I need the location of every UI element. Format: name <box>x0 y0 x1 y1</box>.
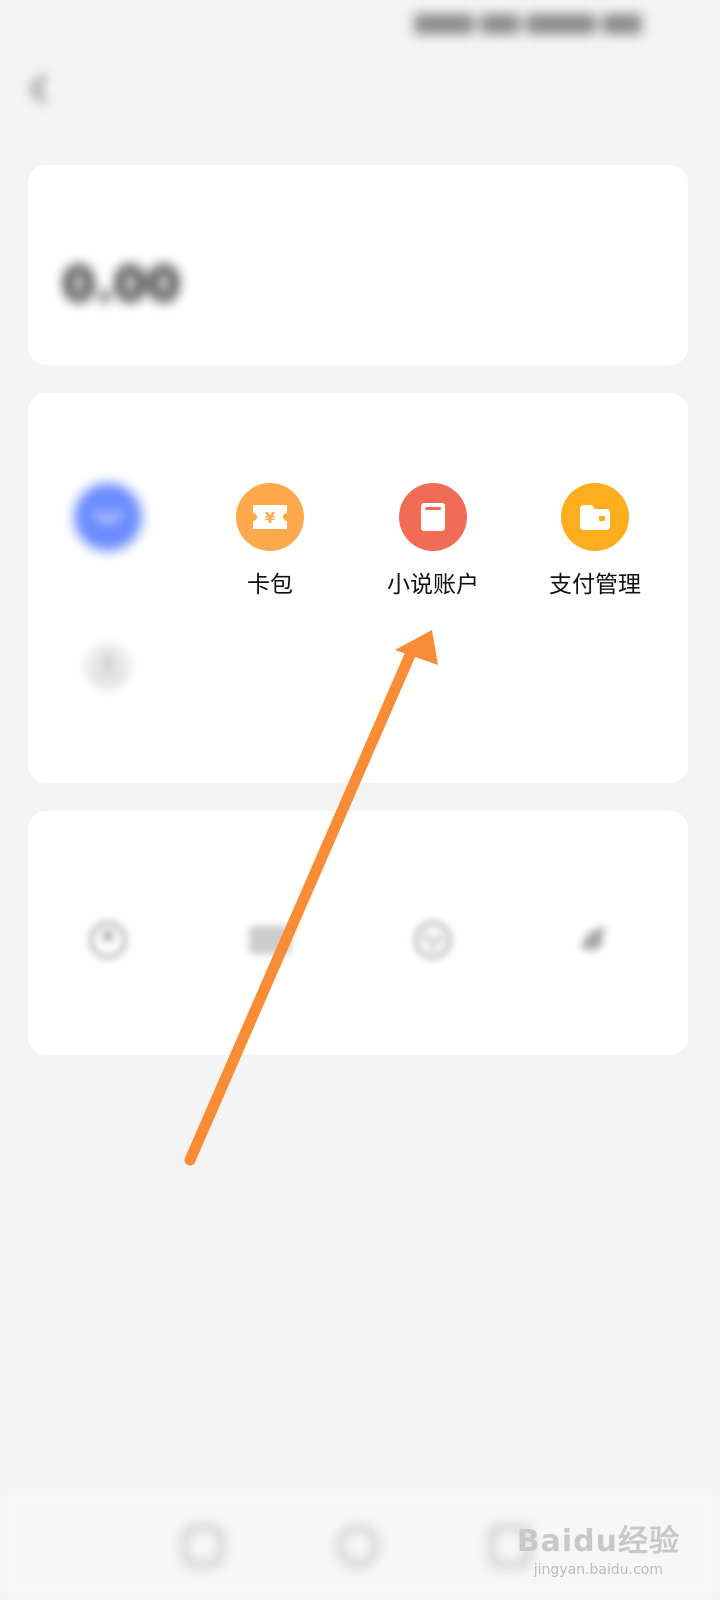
account-card: ¥ 卡包 小说账户 支付管理 <box>28 393 688 783</box>
third-party-card <box>28 811 688 1055</box>
balance-value: 0.00 <box>62 257 181 313</box>
card-wallet-item[interactable]: ¥ 卡包 <box>195 483 345 599</box>
yen-ticket-icon: ¥ <box>236 483 304 551</box>
account-item-4[interactable] <box>33 633 183 715</box>
svg-text:¥: ¥ <box>265 509 276 527</box>
back-nav-icon[interactable] <box>183 1526 223 1566</box>
balance-card[interactable]: 0.00 <box>28 165 688 365</box>
status-bar <box>0 0 720 52</box>
third-party-item-3[interactable] <box>520 906 670 988</box>
card-icon <box>236 906 304 974</box>
smile-icon <box>74 483 142 551</box>
watermark-url: jingyan.baidu.com <box>533 1562 663 1578</box>
card-wallet-label: 卡包 <box>247 572 293 598</box>
wallet-icon <box>561 483 629 551</box>
status-time <box>62 12 157 36</box>
watermark: Baidu经验 jingyan.baidu.com <box>517 1516 680 1578</box>
status-indicators <box>414 12 642 36</box>
user-icon <box>74 633 142 701</box>
novel-account-label: 小说账户 <box>387 572 479 598</box>
header <box>0 60 720 120</box>
game-icon <box>399 906 467 974</box>
back-icon[interactable] <box>28 74 50 104</box>
user-icon <box>74 906 142 974</box>
third-party-item-2[interactable] <box>358 906 508 988</box>
third-party-item-0[interactable] <box>33 906 183 988</box>
payment-management-label: 支付管理 <box>549 572 641 598</box>
third-party-item-1[interactable] <box>195 906 345 988</box>
watermark-logo: Baidu经验 <box>516 1524 680 1559</box>
payment-management-item[interactable]: 支付管理 <box>520 483 670 599</box>
account-item-0[interactable] <box>33 483 183 565</box>
novel-account-item[interactable]: 小说账户 <box>358 483 508 599</box>
home-nav-icon[interactable] <box>338 1526 378 1566</box>
dolphin-icon <box>561 906 629 974</box>
book-icon <box>399 483 467 551</box>
